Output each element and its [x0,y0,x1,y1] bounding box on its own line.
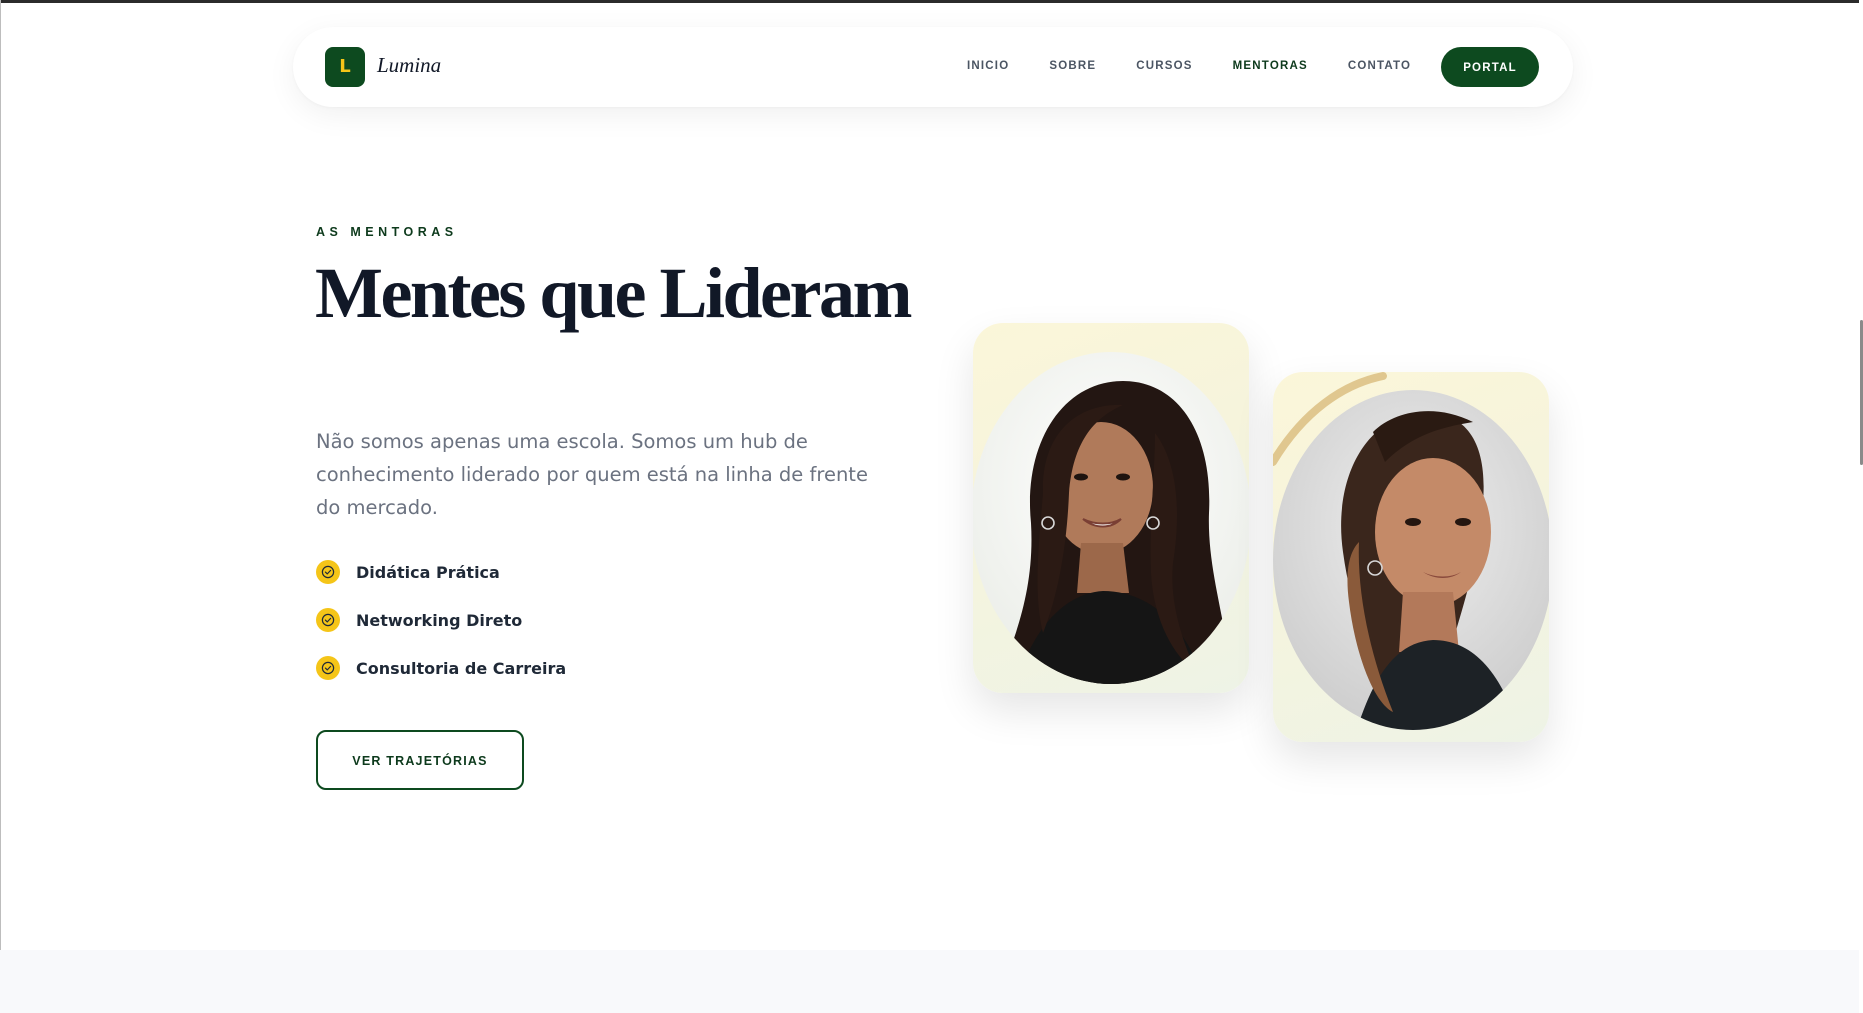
mentor-photo [1273,372,1549,730]
feature-label: Didática Prática [356,562,500,582]
mentor-card[interactable] [973,323,1249,693]
mentor-card[interactable] [1273,372,1549,742]
section-eyebrow: AS MENTORAS [316,225,458,239]
feature-list: Didática Prática Networking Direto Consu… [316,560,566,704]
window-top-border [0,0,1863,3]
nav-menu: INICIO SOBRE CURSOS MENTORAS CONTATO [967,60,1451,72]
logo-text[interactable]: Lumina [377,53,441,78]
portal-button[interactable]: PORTAL [1441,47,1539,87]
check-circle-icon [316,656,340,680]
check-circle-icon [316,560,340,584]
nav-link-contato[interactable]: CONTATO [1348,60,1411,72]
nav-link-inicio[interactable]: INICIO [967,60,1009,72]
next-section [0,950,1863,1013]
feature-label: Networking Direto [356,610,523,630]
feature-item: Networking Direto [316,608,566,632]
window-left-border [0,0,1,1013]
section-description: Não somos apenas uma escola. Somos um hu… [316,430,868,519]
feature-item: Didática Prática [316,560,566,584]
page: L Lumina INICIO SOBRE CURSOS MENTORAS CO… [0,0,1863,1013]
scrollbar[interactable] [1859,0,1863,1013]
nav-link-sobre[interactable]: SOBRE [1049,60,1096,72]
feature-item: Consultoria de Carreira [316,656,566,680]
navbar: L Lumina INICIO SOBRE CURSOS MENTORAS CO… [293,27,1573,107]
feature-label: Consultoria de Carreira [356,658,567,678]
nav-link-cursos[interactable]: CURSOS [1136,60,1192,72]
check-circle-icon [316,608,340,632]
mentor-photo [973,352,1249,684]
section-title: Mentes que Lideram [315,253,912,333]
logo-mark[interactable]: L [325,47,365,87]
nav-link-mentoras[interactable]: MENTORAS [1233,60,1308,72]
view-trajectories-button[interactable]: VER TRAJETÓRIAS [316,730,524,790]
